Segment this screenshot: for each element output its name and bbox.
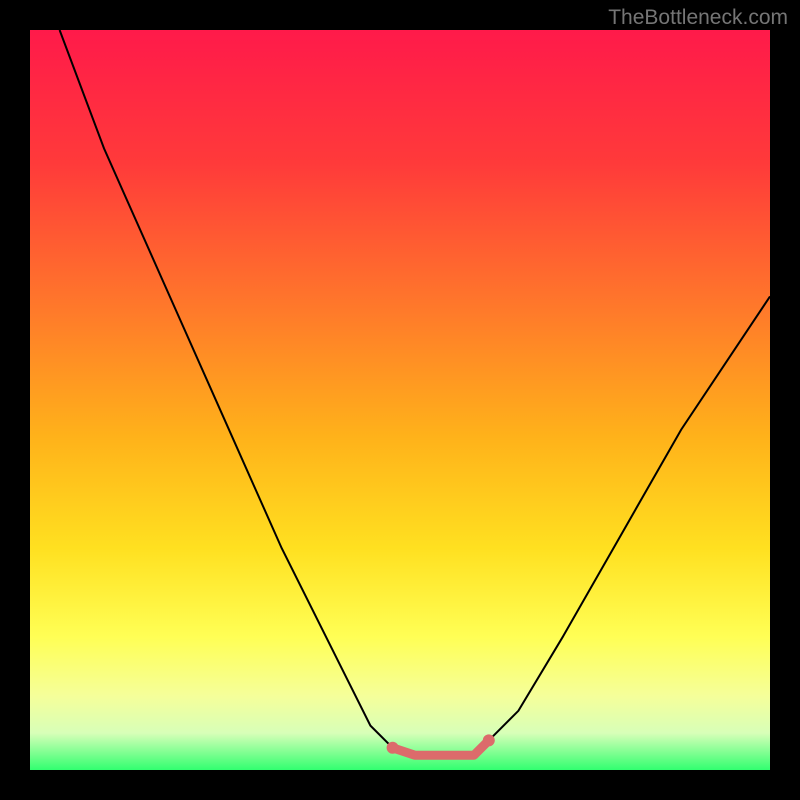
gradient-background bbox=[30, 30, 770, 770]
highlight-endpoint bbox=[387, 742, 399, 754]
bottleneck-chart bbox=[30, 30, 770, 770]
highlight-endpoint bbox=[483, 734, 495, 746]
watermark-text: TheBottleneck.com bbox=[608, 6, 788, 30]
